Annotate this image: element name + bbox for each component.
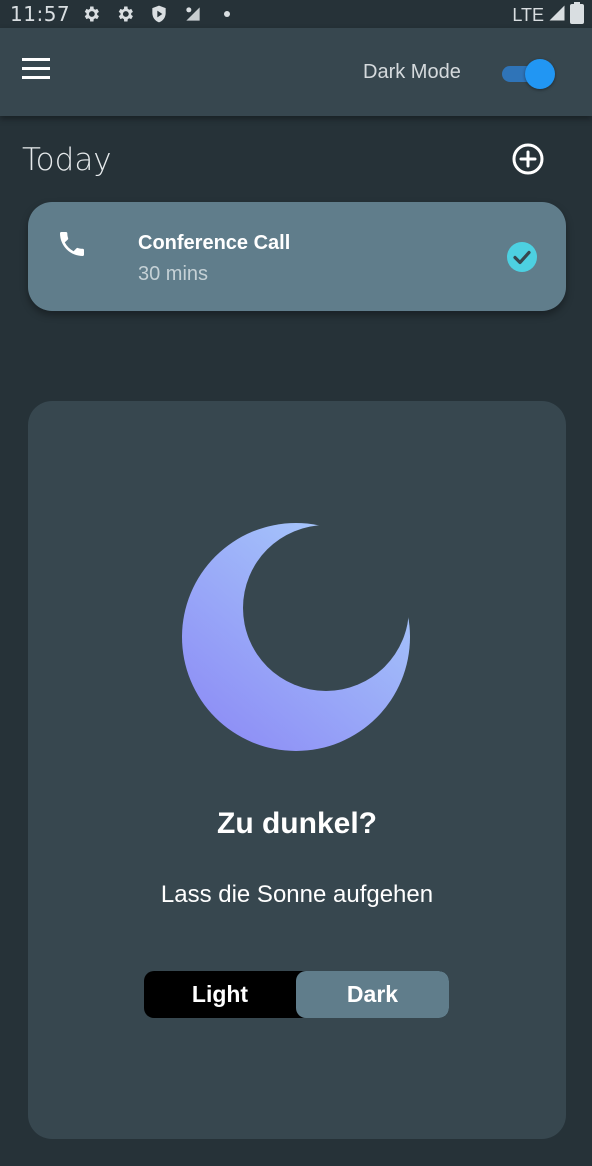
settings-icon xyxy=(80,3,102,25)
signal-dot-icon xyxy=(182,3,204,25)
status-bar: 11:57 LTE xyxy=(0,0,592,28)
battery-icon xyxy=(570,2,584,29)
panel-subheading: Lass die Sonne aufgehen xyxy=(160,881,434,908)
dark-mode-toggle[interactable] xyxy=(500,58,558,89)
section-title: Today xyxy=(22,142,112,178)
panel-heading: Zu dunkel? xyxy=(217,807,377,840)
status-system-icons: LTE xyxy=(512,2,584,29)
check-circle-icon[interactable] xyxy=(506,241,538,273)
cell-signal-icon xyxy=(548,4,566,27)
network-label: LTE xyxy=(512,5,544,25)
task-title: Conference Call xyxy=(138,232,291,254)
toggle-thumb xyxy=(525,59,555,89)
status-time: 11:57 xyxy=(10,2,71,26)
task-card[interactable]: Conference Call 30 mins xyxy=(28,202,566,311)
shield-play-icon xyxy=(148,3,170,25)
theme-segmented-control: Light Dark xyxy=(144,971,449,1018)
dot-icon xyxy=(216,3,238,25)
add-circle-icon[interactable] xyxy=(510,141,546,177)
status-notification-icons xyxy=(80,3,238,25)
theme-panel: Zu dunkel? Lass die Sonne aufgehen Light… xyxy=(28,401,566,1139)
hamburger-menu-icon[interactable] xyxy=(22,58,58,86)
settings-icon xyxy=(114,3,136,25)
dark-mode-label: Dark Mode xyxy=(363,61,461,83)
phone-icon xyxy=(56,228,88,260)
light-option-button[interactable]: Light xyxy=(144,971,296,1018)
task-duration: 30 mins xyxy=(138,263,209,285)
app-bar: Dark Mode xyxy=(0,28,592,116)
moon-icon xyxy=(180,521,414,755)
dark-option-button[interactable]: Dark xyxy=(296,971,449,1018)
